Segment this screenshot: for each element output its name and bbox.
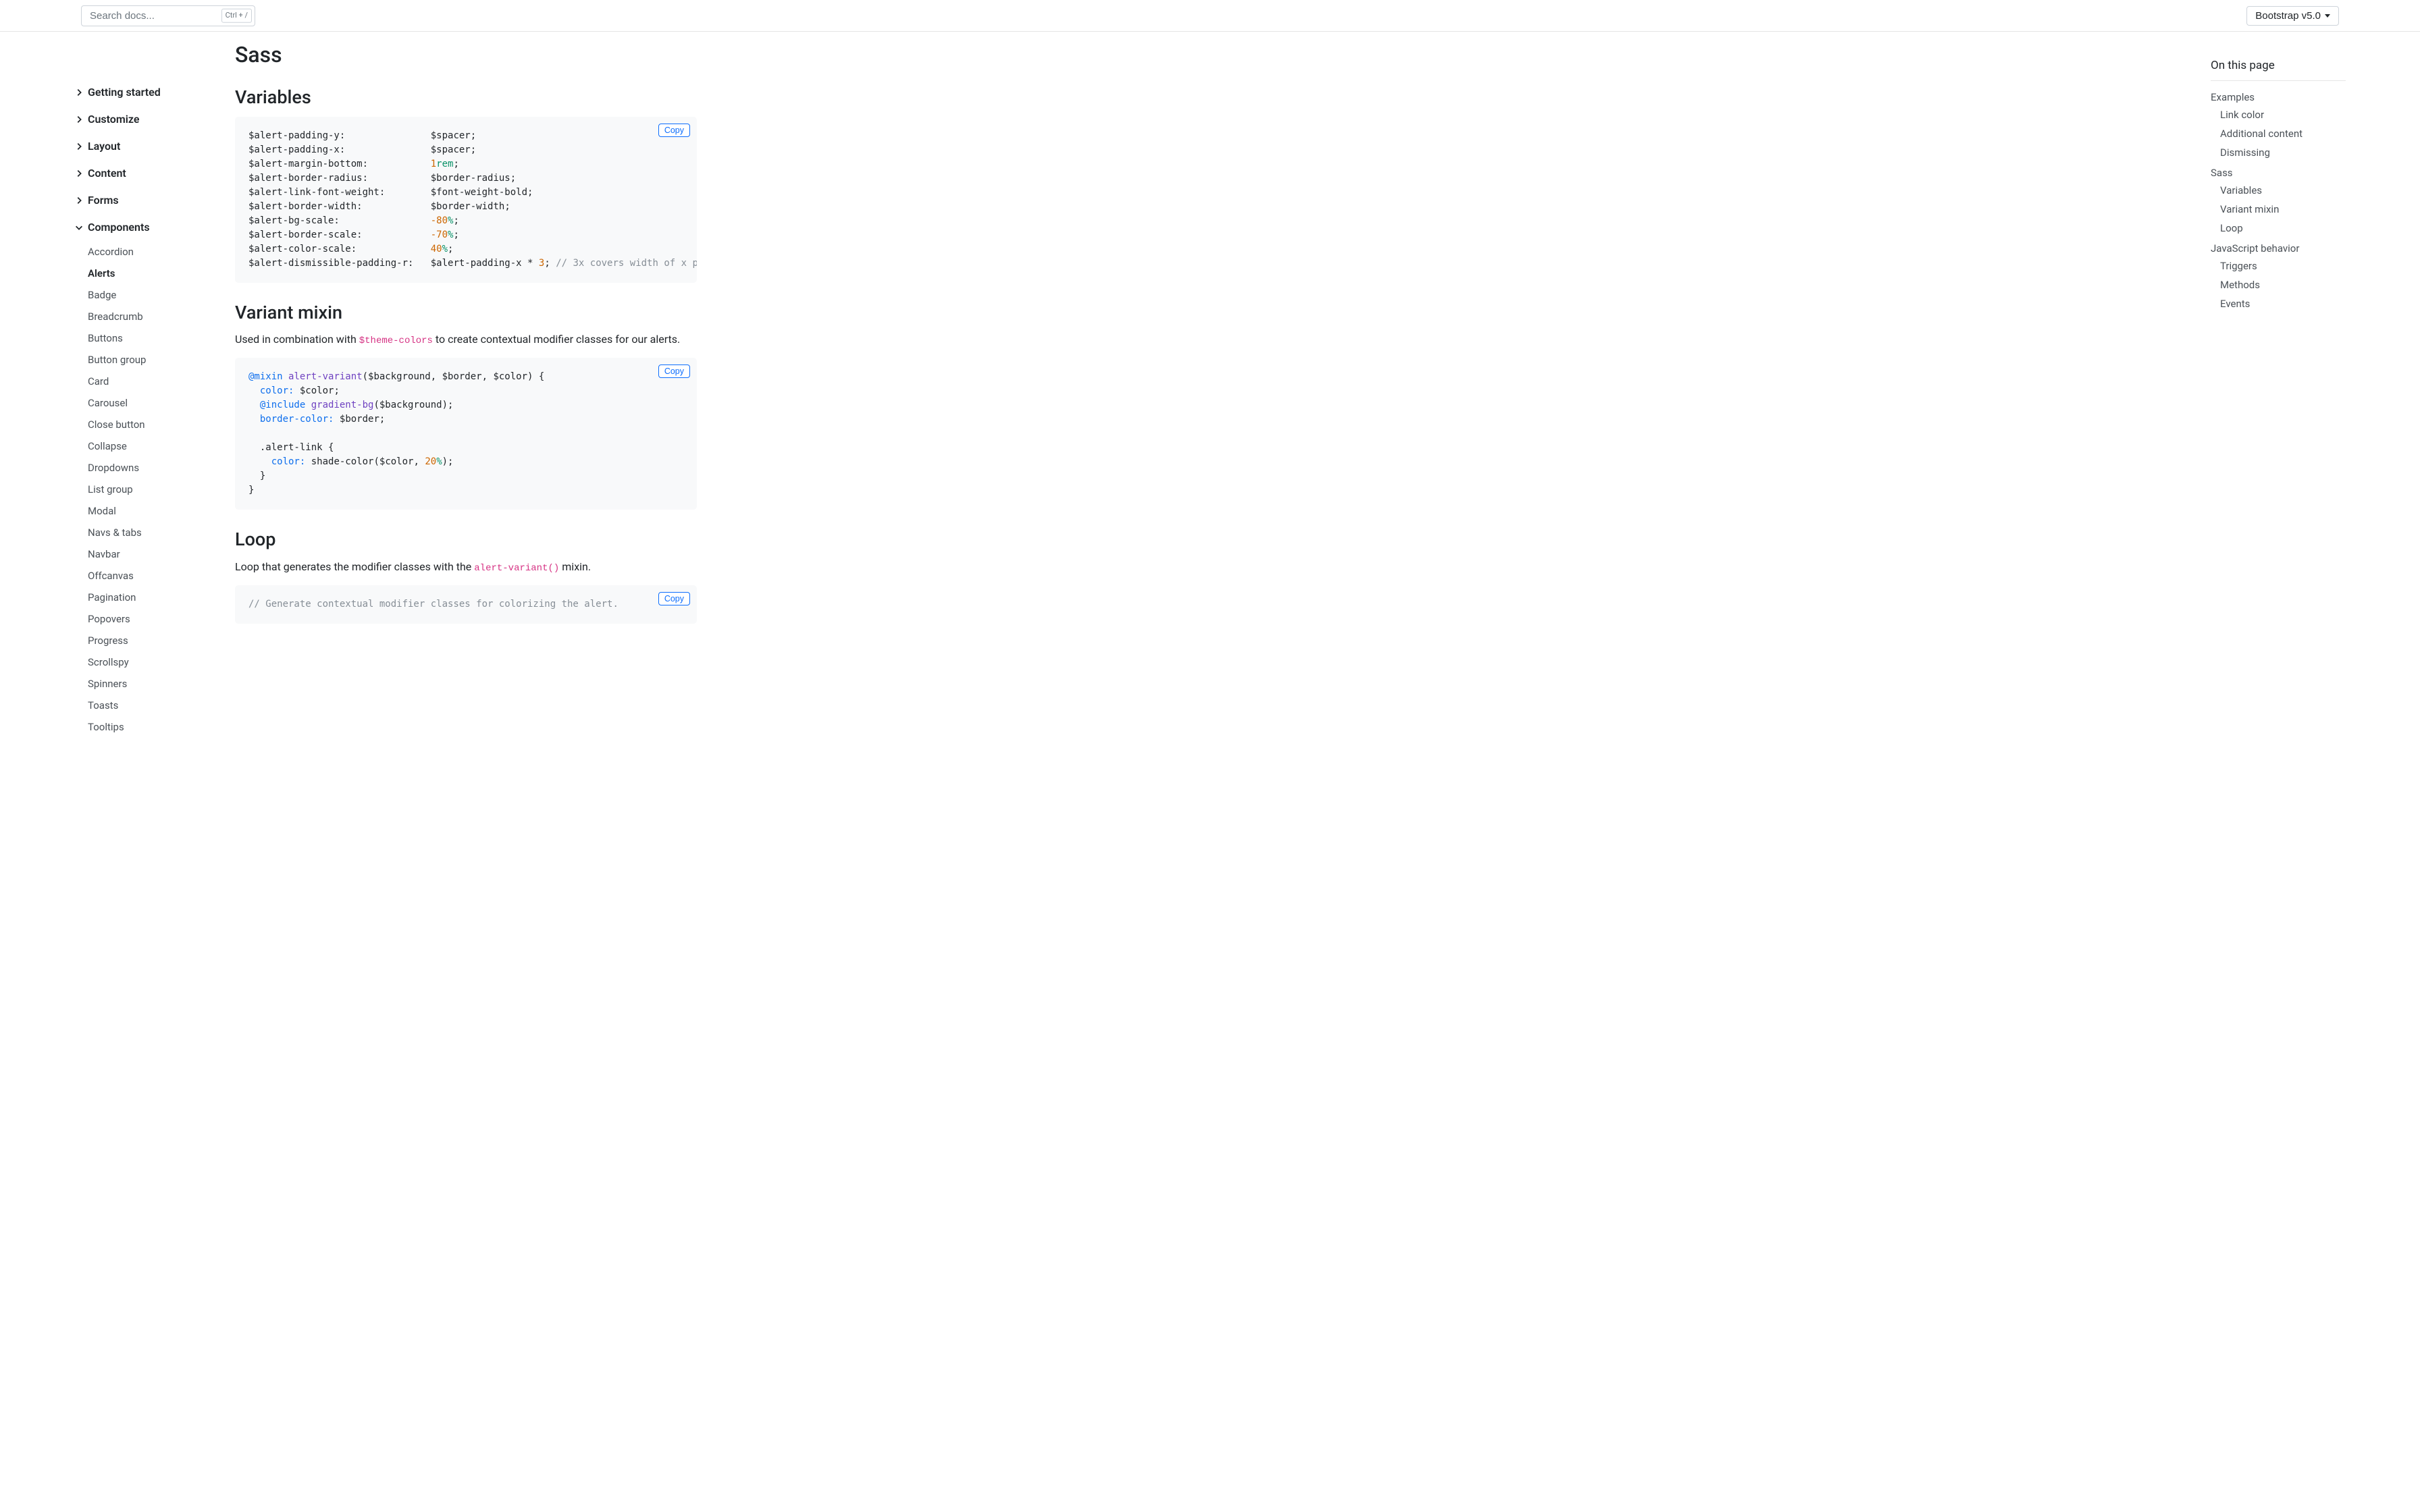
sidebar-item-scrollspy[interactable]: Scrollspy — [88, 656, 129, 668]
loop-intro-post: mixin. — [559, 560, 591, 573]
sidebar-item-breadcrumb[interactable]: Breadcrumb — [88, 310, 143, 323]
sidebar-group-label: Getting started — [88, 84, 161, 101]
sidebar-group-customize[interactable]: Customize — [74, 106, 250, 133]
chevron-down-icon — [74, 223, 84, 232]
sidebar-group-content[interactable]: Content — [74, 160, 250, 187]
toc-link-sass[interactable]: Sass — [2211, 167, 2233, 179]
heading-variant-mixin: Variant mixin — [235, 302, 697, 323]
sidebar-item-spinners[interactable]: Spinners — [88, 678, 127, 690]
sidebar-item-badge[interactable]: Badge — [88, 289, 116, 301]
loop-intro-pre: Loop that generates the modifier classes… — [235, 560, 474, 573]
sidebar-item-tooltips[interactable]: Tooltips — [88, 721, 124, 733]
sidebar-item-buttons[interactable]: Buttons — [88, 332, 123, 344]
sidebar-item-pagination[interactable]: Pagination — [88, 591, 136, 603]
search-wrap: Ctrl + / — [81, 5, 255, 26]
sidebar-group-label: Components — [88, 219, 150, 236]
sidebar-item-list-group[interactable]: List group — [88, 483, 133, 495]
sidebar-item-carousel[interactable]: Carousel — [88, 397, 128, 409]
variant-intro-post: to create contextual modifier classes fo… — [433, 333, 680, 346]
sidebar-group-layout[interactable]: Layout — [74, 133, 250, 160]
sidebar-item-accordion[interactable]: Accordion — [88, 246, 134, 258]
chevron-right-icon — [74, 88, 84, 97]
copy-button[interactable]: Copy — [658, 364, 690, 378]
heading-loop: Loop — [235, 529, 697, 550]
toc-link-triggers[interactable]: Triggers — [2220, 260, 2257, 272]
sidebar-item-close-button[interactable]: Close button — [88, 418, 145, 431]
toc-link-examples[interactable]: Examples — [2211, 91, 2255, 103]
heading-sass: Sass — [235, 42, 697, 68]
variant-intro-code: $theme-colors — [359, 335, 433, 346]
sidebar-item-collapse[interactable]: Collapse — [88, 440, 127, 452]
code-block-loop: Copy // Generate contextual modifier cla… — [235, 585, 697, 624]
chevron-right-icon — [74, 115, 84, 124]
chevron-down-icon — [2325, 14, 2330, 18]
sidebar-item-card[interactable]: Card — [88, 375, 109, 387]
sidebar-item-button-group[interactable]: Button group — [88, 354, 146, 366]
variant-intro-paragraph: Used in combination with $theme-colors t… — [235, 331, 697, 348]
toc-link-variables[interactable]: Variables — [2220, 184, 2262, 196]
sidebar-item-dropdowns[interactable]: Dropdowns — [88, 462, 139, 474]
toc-link-additional-content[interactable]: Additional content — [2220, 128, 2303, 140]
toc-title: On this page — [2211, 57, 2346, 81]
heading-variables: Variables — [235, 86, 697, 108]
toc-link-variant-mixin[interactable]: Variant mixin — [2220, 203, 2279, 215]
sidebar-item-modal[interactable]: Modal — [88, 505, 116, 517]
sidebar-group-forms[interactable]: Forms — [74, 187, 250, 214]
search-shortcut-hint: Ctrl + / — [221, 9, 252, 23]
on-this-page-toc: On this page Examples Link color Additiona… — [2211, 32, 2420, 315]
toc-link-javascript-behavior[interactable]: JavaScript behavior — [2211, 242, 2299, 254]
sidebar-group-getting-started[interactable]: Getting started — [74, 79, 250, 106]
sidebar-item-navbar[interactable]: Navbar — [88, 548, 120, 560]
code-block-variant-mixin: Copy @mixin alert-variant($background, $… — [235, 358, 697, 510]
chevron-right-icon — [74, 142, 84, 151]
sidebar-group-label: Forms — [88, 192, 119, 209]
version-label: Bootstrap v5.0 — [2255, 10, 2321, 22]
chevron-right-icon — [74, 196, 84, 205]
sidebar-item-navs-tabs[interactable]: Navs & tabs — [88, 526, 142, 539]
topbar: Ctrl + / Bootstrap v5.0 — [0, 0, 2420, 32]
loop-intro-paragraph: Loop that generates the modifier classes… — [235, 559, 697, 576]
sidebar-item-progress[interactable]: Progress — [88, 634, 128, 647]
loop-intro-code: alert-variant() — [474, 563, 559, 574]
copy-button[interactable]: Copy — [658, 592, 690, 605]
sidebar-group-label: Content — [88, 165, 126, 182]
toc-link-events[interactable]: Events — [2220, 298, 2250, 310]
toc-link-loop[interactable]: Loop — [2220, 222, 2243, 234]
copy-button[interactable]: Copy — [658, 124, 690, 137]
sidebar-group-components[interactable]: Components — [74, 214, 250, 241]
sidebar-item-popovers[interactable]: Popovers — [88, 613, 130, 625]
toc-link-methods[interactable]: Methods — [2220, 279, 2260, 291]
variant-intro-pre: Used in combination with — [235, 333, 359, 346]
sidebar-nav: Getting started Customize Layout Content For… — [0, 32, 250, 1512]
main-content: Sass Variables Copy $alert-padding-y: $s… — [235, 0, 721, 675]
toc-link-dismissing[interactable]: Dismissing — [2220, 146, 2270, 159]
sidebar-item-alerts[interactable]: Alerts — [88, 267, 115, 279]
version-dropdown[interactable]: Bootstrap v5.0 — [2246, 6, 2339, 26]
sidebar-group-label: Customize — [88, 111, 139, 128]
sidebar-item-offcanvas[interactable]: Offcanvas — [88, 570, 134, 582]
chevron-right-icon — [74, 169, 84, 178]
sidebar-item-toasts[interactable]: Toasts — [88, 699, 118, 711]
toc-link-link-color[interactable]: Link color — [2220, 109, 2264, 121]
sidebar-group-label: Layout — [88, 138, 120, 155]
code-block-variables: Copy $alert-padding-y: $spacer; $alert-p… — [235, 117, 697, 283]
